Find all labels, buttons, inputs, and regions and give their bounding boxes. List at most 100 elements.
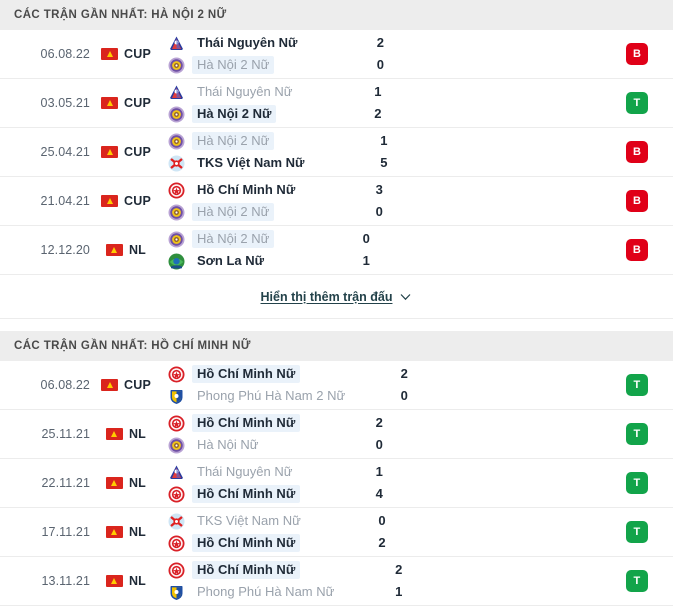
team-away: Hà Nội 2 Nữ bbox=[168, 202, 366, 222]
team-name-home: Thái Nguyên Nữ bbox=[192, 83, 297, 101]
team-home: TKS Việt Nam Nữ bbox=[168, 511, 368, 531]
son-la-logo-icon bbox=[168, 253, 185, 270]
ha-noi-logo-icon bbox=[168, 106, 185, 123]
home-score: 2 bbox=[401, 364, 561, 384]
vietnam-flag-icon bbox=[101, 379, 118, 391]
match-row[interactable]: 25.04.21CUPHà Nội 2 NữTKS Việt Nam Nữ15B bbox=[0, 128, 673, 177]
competition-cell: NL bbox=[92, 508, 160, 556]
status-badge: T bbox=[626, 374, 648, 396]
scores-cell: 21 bbox=[385, 557, 555, 605]
away-score: 2 bbox=[378, 533, 538, 553]
competition-label: NL bbox=[129, 427, 146, 441]
show-more-wrap: Hiển thị thêm trận đấu bbox=[0, 275, 673, 319]
ho-chi-minh-logo-icon bbox=[168, 535, 185, 552]
teams-cell: Hồ Chí Minh Nữ Hà Nội Nữ bbox=[160, 410, 366, 458]
competition-cell: NL bbox=[92, 226, 160, 274]
match-row[interactable]: 06.08.22CUPThái Nguyên NữHà Nội 2 Nữ20B bbox=[0, 30, 673, 79]
team-name-home: Hồ Chí Minh Nữ bbox=[192, 561, 300, 579]
section-title: CÁC TRẬN GẦN NHẤT: HỒ CHÍ MINH NỮ bbox=[14, 340, 251, 352]
vietnam-flag-icon bbox=[101, 48, 118, 60]
away-score: 4 bbox=[376, 484, 536, 504]
spacer bbox=[523, 226, 601, 274]
vietnam-flag-icon bbox=[101, 97, 118, 109]
ha-noi-logo-icon bbox=[168, 204, 185, 221]
ho-chi-minh-logo-icon bbox=[168, 562, 185, 579]
ha-noi-logo-icon bbox=[168, 133, 185, 150]
vietnam-flag-icon bbox=[106, 428, 123, 440]
match-row[interactable]: 12.12.20NLHà Nội 2 NữSơn La Nữ01B bbox=[0, 226, 673, 275]
home-score: 0 bbox=[363, 229, 523, 249]
team-name-away: Hà Nội Nữ bbox=[192, 436, 263, 454]
team-name-away: Phong Phú Hà Nam 2 Nữ bbox=[192, 387, 350, 405]
team-home: Thái Nguyên Nữ bbox=[168, 33, 367, 53]
ho-chi-minh-logo-icon bbox=[168, 182, 185, 199]
chevron-down-icon bbox=[399, 290, 412, 303]
match-date: 22.11.21 bbox=[0, 459, 92, 507]
result-cell: T bbox=[601, 410, 673, 458]
competition-label: NL bbox=[129, 476, 146, 490]
result-cell: T bbox=[601, 508, 673, 556]
competition-label: NL bbox=[129, 525, 146, 539]
vietnam-flag-icon bbox=[106, 244, 123, 256]
competition-label: NL bbox=[129, 243, 146, 257]
match-row[interactable]: 03.05.21CUPThái Nguyên NữHà Nội 2 Nữ12T bbox=[0, 79, 673, 128]
match-row[interactable]: 21.04.21CUPHồ Chí Minh NữHà Nội 2 Nữ30B bbox=[0, 177, 673, 226]
away-score: 5 bbox=[380, 153, 540, 173]
status-badge: T bbox=[626, 472, 648, 494]
teams-cell: Thái Nguyên NữHồ Chí Minh Nữ bbox=[160, 459, 366, 507]
status-badge: T bbox=[626, 521, 648, 543]
match-date: 06.08.22 bbox=[0, 30, 92, 78]
scores-cell: 15 bbox=[370, 128, 540, 176]
spacer bbox=[536, 177, 601, 225]
competition-cell: CUP bbox=[92, 30, 160, 78]
competition-cell: CUP bbox=[92, 79, 160, 127]
home-score: 3 bbox=[376, 180, 536, 200]
match-date: 03.05.21 bbox=[0, 79, 92, 127]
spacer bbox=[555, 557, 601, 605]
team-away: TKS Việt Nam Nữ bbox=[168, 153, 370, 173]
team-name-away: Hà Nội 2 Nữ bbox=[192, 203, 274, 221]
team-name-home: Thái Nguyên Nữ bbox=[192, 34, 302, 52]
result-cell: T bbox=[601, 79, 673, 127]
scores-cell: 20 bbox=[366, 410, 536, 458]
status-badge: T bbox=[626, 423, 648, 445]
team-home: Hồ Chí Minh Nữ bbox=[168, 560, 385, 580]
competition-label: CUP bbox=[124, 145, 151, 159]
match-row[interactable]: 25.11.21NLHồ Chí Minh NữHà Nội Nữ20T bbox=[0, 410, 673, 459]
match-row[interactable]: 13.11.21NLHồ Chí Minh NữPhong Phú Hà Nam… bbox=[0, 557, 673, 606]
team-away: Phong Phú Hà Nam 2 Nữ bbox=[168, 386, 391, 406]
scores-cell: 01 bbox=[353, 226, 523, 274]
team-name-away: TKS Việt Nam Nữ bbox=[192, 154, 309, 172]
home-score: 0 bbox=[378, 511, 538, 531]
match-row[interactable]: 06.08.22CUPHồ Chí Minh NữPhong Phú Hà Na… bbox=[0, 361, 673, 410]
vietnam-flag-icon bbox=[106, 526, 123, 538]
ho-chi-minh-logo-icon bbox=[168, 486, 185, 503]
home-score: 1 bbox=[374, 82, 534, 102]
spacer bbox=[536, 410, 601, 458]
team-away: Hồ Chí Minh Nữ bbox=[168, 533, 368, 553]
away-score: 1 bbox=[363, 251, 523, 271]
teams-cell: Thái Nguyên NữHà Nội 2 Nữ bbox=[160, 79, 364, 127]
result-cell: T bbox=[601, 557, 673, 605]
scores-cell: 14 bbox=[366, 459, 536, 507]
away-score: 0 bbox=[401, 386, 561, 406]
home-score: 2 bbox=[377, 33, 537, 53]
team-away: Sơn La Nữ bbox=[168, 251, 353, 271]
team-home: Hồ Chí Minh Nữ bbox=[168, 413, 366, 433]
vietnam-flag-icon bbox=[101, 146, 118, 158]
match-row[interactable]: 22.11.21 NL Thái Nguyên NữHồ Chí Minh Nữ14… bbox=[0, 459, 673, 508]
phong-phu-ha-nam-logo-icon bbox=[168, 388, 185, 405]
teams-cell: Hà Nội 2 NữTKS Việt Nam Nữ bbox=[160, 128, 370, 176]
team-name-home: Hồ Chí Minh Nữ bbox=[192, 414, 300, 432]
show-more-matches-button[interactable]: Hiển thị thêm trận đấu bbox=[261, 290, 413, 304]
match-row[interactable]: 17.11.21 NL TKS Việt Nam NữHồ Chí Minh Nữ 0… bbox=[0, 508, 673, 557]
away-score: 0 bbox=[377, 55, 537, 75]
scores-cell: 30 bbox=[366, 177, 536, 225]
section-title: CÁC TRẬN GẦN NHẤT: HÀ NỘI 2 NỮ bbox=[14, 9, 227, 21]
match-date: 25.04.21 bbox=[0, 128, 92, 176]
section-header-0: CÁC TRẬN GẦN NHẤT: HÀ NỘI 2 NỮ bbox=[0, 0, 673, 30]
match-date: 17.11.21 bbox=[0, 508, 92, 556]
team-away: Hà Nội 2 Nữ bbox=[168, 55, 367, 75]
phong-phu-ha-nam-logo-icon bbox=[168, 584, 185, 601]
competition-label: CUP bbox=[124, 194, 151, 208]
